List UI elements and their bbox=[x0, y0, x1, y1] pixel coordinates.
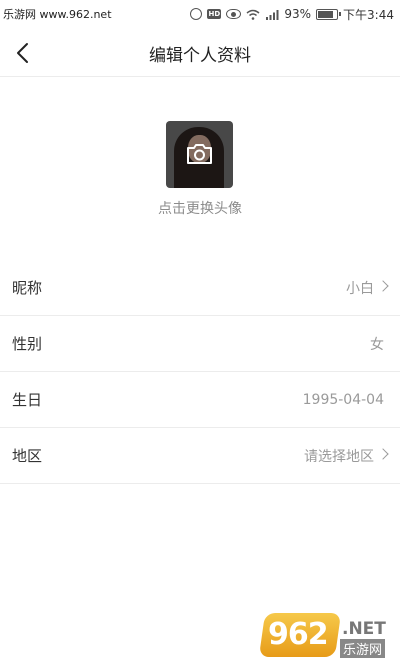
status-time: 下午3:44 bbox=[343, 7, 394, 22]
battery-icon bbox=[316, 8, 342, 20]
birthday-label: 生日 bbox=[12, 391, 43, 409]
eye-icon bbox=[226, 9, 242, 19]
nickname-row[interactable]: 昵称 小白 bbox=[0, 260, 400, 316]
page-title: 编辑个人资料 bbox=[149, 46, 251, 66]
birthday-row[interactable]: 生日 1995-04-04 bbox=[0, 372, 400, 428]
watermark-logo: 962 .NET 乐游网 bbox=[258, 611, 392, 661]
nav-bar: 编辑个人资料 bbox=[0, 28, 400, 77]
region-value: 请选择地区 bbox=[304, 448, 374, 465]
chevron-right-icon bbox=[377, 448, 389, 460]
camera-icon bbox=[187, 144, 212, 164]
profile-form: 昵称 小白 性别 女 生日 1995-04-04 地区 请选择地区 bbox=[0, 260, 400, 484]
nickname-value: 小白 bbox=[346, 280, 374, 297]
chevron-right-icon bbox=[377, 280, 389, 292]
status-icons: HD 93% 下午3:44 bbox=[190, 5, 394, 23]
wifi-icon bbox=[246, 9, 260, 20]
nickname-label: 昵称 bbox=[12, 279, 43, 297]
watermark-domain: .NET bbox=[342, 619, 386, 639]
avatar[interactable] bbox=[166, 121, 233, 188]
watermark-number: 962 bbox=[268, 617, 329, 652]
region-row[interactable]: 地区 请选择地区 bbox=[0, 428, 400, 484]
birthday-value: 1995-04-04 bbox=[302, 391, 384, 408]
signal-icon bbox=[266, 9, 279, 20]
status-bar: 乐游网 www.962.net HD 93% 下午3:44 bbox=[0, 0, 400, 28]
gender-value: 女 bbox=[370, 336, 384, 353]
watermark-cn: 乐游网 bbox=[340, 639, 386, 658]
battery-percent: 93% bbox=[284, 7, 312, 21]
change-avatar-label[interactable]: 点击更换头像 bbox=[0, 198, 400, 218]
gender-row[interactable]: 性别 女 bbox=[0, 316, 400, 372]
region-label: 地区 bbox=[12, 447, 43, 465]
alarm-icon bbox=[190, 8, 203, 20]
status-site-text: 乐游网 www.962.net bbox=[3, 8, 112, 21]
gender-label: 性别 bbox=[12, 335, 43, 353]
hd-icon: HD bbox=[207, 9, 222, 19]
battery-fill bbox=[318, 10, 333, 18]
